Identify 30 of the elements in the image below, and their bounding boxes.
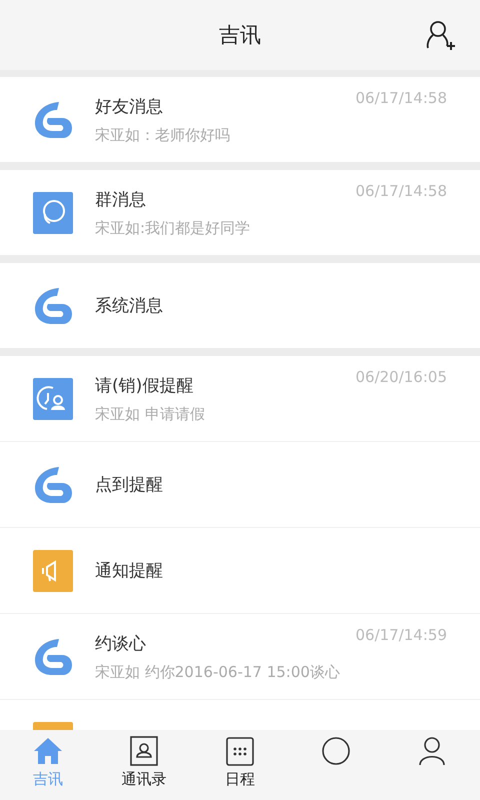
circle-icon	[321, 736, 351, 766]
clock-person-icon	[33, 378, 73, 420]
row-title: 通知提醒	[95, 560, 163, 582]
add-contact-button[interactable]	[424, 18, 458, 52]
swirl-logo-icon	[33, 636, 73, 676]
row-title: 系统消息	[95, 295, 163, 317]
person-icon	[417, 736, 447, 766]
swirl-logo-icon	[33, 286, 73, 326]
megaphone-icon	[33, 550, 73, 592]
message-preview: 宋亚如 约你2016-06-17 15:00谈心	[95, 662, 340, 682]
nav-tab[interactable]: 通讯录	[96, 730, 192, 800]
row-title: 点到提醒	[95, 474, 163, 496]
nav-tab[interactable]: 日程	[192, 730, 288, 800]
message-preview: 宋亚如：老师你好吗	[95, 126, 230, 144]
contact-card-icon	[129, 736, 159, 766]
message-time: 06/17/14:58	[355, 182, 447, 200]
row-title: 请(销)假提醒	[95, 374, 194, 396]
swirl-logo-icon	[33, 464, 73, 504]
message-time: 06/17/14:59	[355, 626, 447, 644]
message-preview: 宋亚如:我们都是好同学	[95, 218, 250, 238]
row-title: 群消息	[95, 188, 146, 210]
row-title: 约谈心	[95, 632, 146, 654]
message-time: 06/20/16:05	[355, 368, 447, 386]
row-title: 好友消息	[95, 96, 163, 118]
message-preview: 宋亚如 申请请假	[95, 404, 205, 424]
home-icon	[33, 736, 63, 766]
message-time: 06/17/14:58	[355, 89, 447, 107]
app-title: 吉讯	[219, 22, 261, 49]
swirl-logo-icon	[33, 100, 73, 140]
calendar-icon	[225, 736, 255, 766]
